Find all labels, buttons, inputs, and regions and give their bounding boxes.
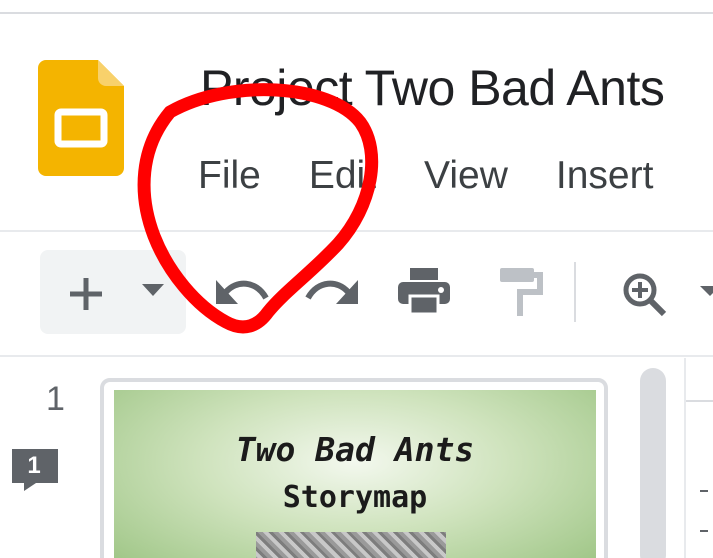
slide-title-text: Two Bad Ants <box>235 430 475 469</box>
menu-view[interactable]: View <box>424 154 508 198</box>
slide-image <box>256 532 446 558</box>
zoom-caret-icon[interactable] <box>700 284 713 298</box>
canvas-guide-mark <box>700 530 708 532</box>
slide-number: 1 <box>46 380 65 418</box>
comment-badge[interactable]: 1 <box>10 447 60 491</box>
menu-file[interactable]: File <box>198 154 261 198</box>
canvas-edge <box>684 358 686 558</box>
undo-icon[interactable] <box>212 270 270 314</box>
plus-icon[interactable] <box>66 274 106 314</box>
slides-logo-icon[interactable] <box>38 60 124 176</box>
comment-count: 1 <box>27 452 41 479</box>
menu-edit[interactable]: Edit <box>309 154 376 198</box>
canvas-ruler <box>686 400 713 402</box>
menu-insert[interactable]: Insert <box>556 154 654 198</box>
zoom-icon[interactable] <box>620 270 668 318</box>
document-title[interactable]: Project Two Bad Ants <box>200 58 665 118</box>
caret-down-icon[interactable] <box>140 282 166 298</box>
toolbar-separator <box>574 262 576 322</box>
slides-editor-screenshot: Project Two Bad Ants File Edit View Inse… <box>0 0 713 558</box>
paint-format-icon[interactable] <box>496 266 544 318</box>
redo-icon[interactable] <box>304 270 362 314</box>
slide-subtitle-text: Storymap <box>282 480 428 515</box>
menu-bar: File Edit View Insert <box>198 148 653 204</box>
filmstrip-scrollbar[interactable] <box>640 368 666 558</box>
top-border <box>0 12 713 14</box>
toolbar-divider <box>0 355 713 357</box>
print-icon[interactable] <box>396 266 452 316</box>
canvas-guide-mark <box>700 490 708 492</box>
header-divider <box>0 230 713 232</box>
